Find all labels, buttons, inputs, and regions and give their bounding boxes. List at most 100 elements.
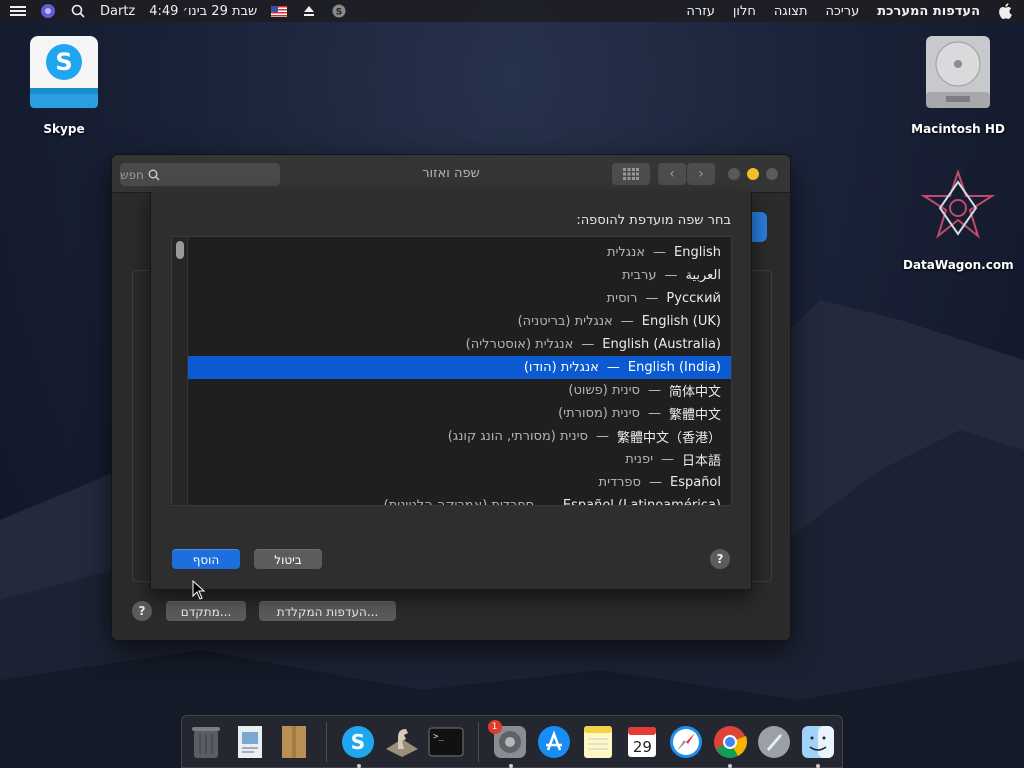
sheet-help-button[interactable]: ?	[710, 549, 730, 569]
language-native-name: 简体中文	[668, 385, 721, 400]
dock-chrome[interactable]	[711, 723, 748, 768]
keyboard-preferences-button[interactable]: העדפות המקלדת...	[259, 601, 396, 621]
language-list-item[interactable]: English (Australia) — אנגלית (אוסטרליה)	[188, 333, 731, 356]
menubar-clock[interactable]: שבת 29 בינו׳ 4:49	[149, 4, 257, 19]
language-separator: —	[541, 498, 555, 506]
language-list-item[interactable]: English (India) — אנגלית (הודו)	[188, 356, 731, 379]
menubar-user[interactable]: Dartz	[100, 4, 135, 19]
language-list-item[interactable]: English (UK) — אנגלית (בריטניה)	[188, 310, 731, 333]
dock-calendar[interactable]: 29	[623, 723, 660, 761]
spotlight-search-icon[interactable]	[70, 3, 86, 19]
language-list-item[interactable]: Русский — רוסית	[188, 287, 731, 310]
control-center-icon[interactable]	[10, 3, 26, 19]
dock-notes[interactable]	[579, 723, 616, 761]
language-translated-name: סינית (פשוט)	[568, 383, 640, 398]
mouse-cursor-icon	[192, 580, 206, 600]
chevron-left-icon: ‹	[669, 166, 675, 182]
menu-window[interactable]: חלון	[733, 4, 756, 19]
dock-preview[interactable]	[232, 723, 269, 761]
siri-icon[interactable]	[40, 3, 56, 19]
language-native-name: 繁體中文	[668, 408, 721, 423]
back-button[interactable]: ‹	[658, 163, 686, 185]
close-window-button[interactable]	[766, 168, 778, 180]
rocket-icon	[757, 725, 790, 758]
running-indicator	[728, 763, 733, 768]
app-store-icon	[537, 725, 570, 758]
forward-button[interactable]: ›	[687, 163, 715, 185]
language-translated-name: ספרדית (אמריקה הלטינית)	[383, 498, 534, 506]
dock-safari[interactable]	[667, 723, 704, 761]
minimize-window-button[interactable]	[747, 168, 759, 180]
dock-launchpad[interactable]	[755, 723, 792, 761]
show-all-button[interactable]	[612, 163, 650, 185]
svg-text:>_: >_	[433, 732, 444, 742]
desktop-label-macintosh-hd: Macintosh HD	[911, 122, 1005, 136]
menu-help[interactable]: עזרה	[686, 4, 714, 19]
language-native-name: Español (Latinoamérica)	[562, 498, 721, 506]
language-translated-name: סינית (מסורתי, הונג קונג)	[447, 429, 588, 444]
language-list-item[interactable]: 繁體中文（香港） — סינית (מסורתי, הונג קונג)	[188, 425, 731, 448]
language-native-name: English (Australia)	[602, 337, 721, 352]
language-native-name: Русский	[666, 291, 721, 306]
trash-icon	[192, 726, 221, 758]
cancel-button[interactable]: ביטול	[254, 549, 322, 569]
menu-view[interactable]: תצוגה	[774, 4, 808, 19]
language-separator: —	[648, 475, 662, 490]
menubar-app-name[interactable]: העדפות המערכת	[877, 4, 980, 19]
hard-drive-icon	[926, 36, 990, 108]
dock-trash[interactable]	[188, 723, 225, 761]
terminal-icon: >_	[428, 727, 464, 756]
eject-icon[interactable]	[301, 3, 317, 19]
zoom-window-button[interactable]	[728, 168, 740, 180]
dock-system-preferences[interactable]: 1	[487, 719, 529, 768]
list-scrollbar[interactable]	[172, 237, 188, 505]
svg-text:S: S	[351, 730, 365, 754]
window-titlebar[interactable]: חפש שפה ואזור ‹ ›	[112, 155, 790, 193]
advanced-button[interactable]: מתקדם...	[166, 601, 246, 621]
dock-separator	[325, 721, 327, 762]
window-help-button[interactable]: ?	[132, 601, 152, 621]
language-list-item[interactable]: 简体中文 — סינית (פשוט)	[188, 379, 731, 402]
language-list-item[interactable]: Español — ספרדית	[188, 471, 731, 494]
language-list-item[interactable]: 日本語 — יפנית	[188, 448, 731, 471]
language-separator: —	[595, 429, 609, 444]
language-translated-name: אנגלית (הודו)	[523, 360, 599, 375]
apple-icon[interactable]	[998, 3, 1014, 19]
desktop-icon-macintosh-hd[interactable]: Macintosh HD	[903, 32, 1013, 136]
desktop-label-datawagon: DataWagon.com	[903, 258, 1014, 272]
language-separator: —	[664, 268, 678, 283]
language-list-item[interactable]: Español (Latinoamérica) — ספרדית (אמריקה ה…	[188, 494, 731, 506]
language-list[interactable]: English — אנגלית العربية — ערבית Русский — רוסית…	[171, 236, 732, 506]
language-separator: —	[647, 383, 661, 398]
calendar-day: 29	[632, 737, 652, 756]
menu-edit[interactable]: עריכה	[826, 4, 860, 19]
language-list-item[interactable]: العربية — ערבית	[188, 264, 731, 287]
desktop-icon-skype[interactable]: S Skype	[9, 32, 119, 136]
language-translated-name: אנגלית	[606, 245, 646, 260]
language-native-name: 繁體中文（香港）	[616, 431, 721, 446]
running-indicator	[356, 763, 361, 768]
language-native-name: English (India)	[627, 360, 721, 375]
language-separator: —	[660, 452, 674, 467]
language-native-name: العربية	[685, 268, 721, 283]
add-button[interactable]: הוסף	[172, 549, 240, 569]
dock-file-archive[interactable]	[276, 723, 313, 761]
running-indicator	[816, 763, 821, 768]
desktop-icon-datawagon[interactable]: DataWagon.com	[903, 168, 1014, 272]
dock-finder[interactable]	[799, 723, 836, 768]
svg-text:S: S	[55, 48, 72, 76]
skype-app-icon: S	[30, 36, 98, 108]
language-list-item[interactable]: English — אנגלית	[188, 241, 731, 264]
language-list-item[interactable]: 繁體中文 — סינית (מסורתי)	[188, 402, 731, 425]
grid-icon	[623, 168, 639, 180]
dock-app-store[interactable]	[536, 723, 573, 761]
dock-chess[interactable]	[384, 723, 421, 761]
notes-icon	[583, 725, 612, 758]
dock-terminal[interactable]: >_	[428, 723, 465, 761]
scrollbar-thumb[interactable]	[176, 241, 184, 259]
dock-skype[interactable]: S	[340, 723, 377, 768]
running-indicator	[508, 763, 513, 768]
skype-status-icon[interactable]: S	[331, 3, 347, 19]
dock-separator	[477, 721, 479, 762]
us-flag-icon[interactable]	[271, 3, 288, 19]
